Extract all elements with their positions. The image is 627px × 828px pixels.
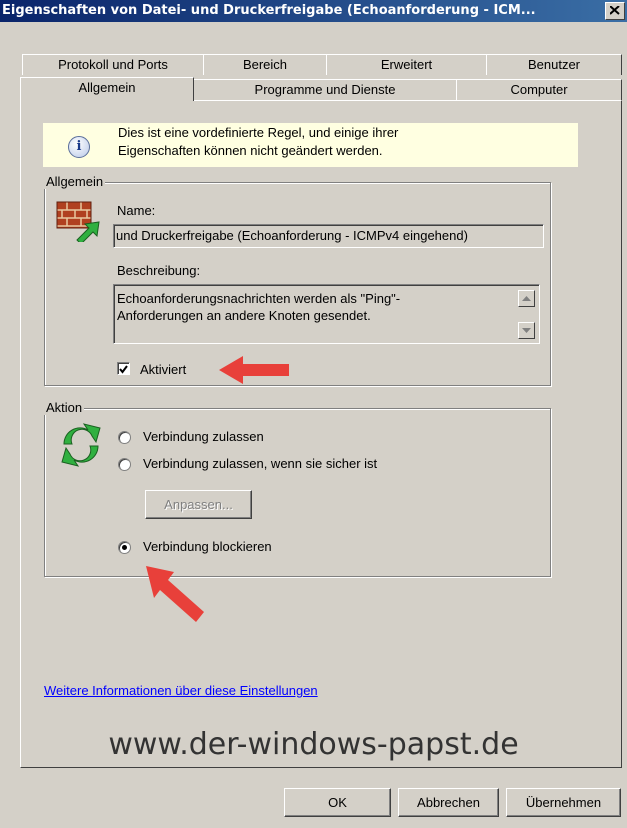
tab-label: Benutzer <box>527 57 581 72</box>
ok-button[interactable]: OK <box>284 788 391 817</box>
name-value: und Druckerfreigabe (Echoanforderung - I… <box>116 228 468 243</box>
name-field[interactable]: und Druckerfreigabe (Echoanforderung - I… <box>113 224 544 248</box>
description-line1: Echoanforderungsnachrichten werden als "… <box>117 291 401 306</box>
apply-label: Übernehmen <box>525 795 602 810</box>
enabled-checkbox[interactable] <box>117 362 130 375</box>
ok-label: OK <box>328 795 347 810</box>
allow-label: Verbindung zulassen <box>143 429 264 444</box>
checkmark-icon <box>119 365 128 374</box>
radio-block[interactable] <box>118 541 131 554</box>
block-label: Verbindung blockieren <box>143 539 272 554</box>
enabled-label: Aktiviert <box>140 362 187 377</box>
tab-label: Computer <box>510 82 568 97</box>
tab-label: Protokoll und Ports <box>58 57 168 72</box>
info-line2: Eigenschaften können nicht geändert werd… <box>118 143 383 158</box>
close-icon <box>610 6 620 15</box>
description-line2: Anforderungen an andere Knoten gesendet. <box>117 308 371 323</box>
tab-benutzer[interactable]: Benutzer <box>486 54 622 75</box>
tab-label: Programme und Dienste <box>254 82 396 97</box>
cancel-label: Abbrechen <box>417 795 480 810</box>
more-info-link[interactable]: Weitere Informationen über diese Einstel… <box>44 683 318 698</box>
radio-allow[interactable] <box>118 431 131 444</box>
tab-label: Erweitert <box>380 57 433 72</box>
scroll-up-button[interactable] <box>518 290 535 307</box>
customize-button[interactable]: Anpassen... <box>145 490 252 519</box>
allow-secure-label: Verbindung zulassen, wenn sie sicher ist <box>143 456 378 471</box>
description-label: Beschreibung: <box>117 263 201 278</box>
close-button[interactable] <box>605 2 625 20</box>
tab-programme-und-dienste[interactable]: Programme und Dienste <box>193 79 457 100</box>
title-bar: Eigenschaften von Datei- und Druckerfrei… <box>0 0 627 22</box>
cancel-button[interactable]: Abbrechen <box>398 788 499 817</box>
info-text: Dies ist eine vordefinierte Regel, und e… <box>118 124 398 160</box>
arrow-down-icon <box>522 328 531 333</box>
info-line1: Dies ist eine vordefinierte Regel, und e… <box>118 125 399 140</box>
watermark-text: www.der-windows-papst.de <box>108 727 519 762</box>
tab-computer[interactable]: Computer <box>456 79 622 100</box>
apply-button[interactable]: Übernehmen <box>506 788 621 817</box>
tab-erweitert[interactable]: Erweitert <box>326 54 487 75</box>
arrow-up-icon <box>522 296 531 301</box>
customize-label: Anpassen... <box>164 497 233 512</box>
radio-dot <box>122 545 127 550</box>
annotation-arrow-icon <box>219 356 289 384</box>
tab-label: Allgemein <box>78 80 136 95</box>
info-icon: i <box>68 136 90 158</box>
action-group-label: Aktion <box>44 400 85 415</box>
window-title: Eigenschaften von Datei- und Druckerfrei… <box>2 3 536 18</box>
scroll-down-button[interactable] <box>518 322 535 339</box>
annotation-arrow-icon <box>146 566 204 622</box>
sync-arrows-icon <box>61 423 101 467</box>
general-group-label: Allgemein <box>44 174 106 189</box>
tab-bereich[interactable]: Bereich <box>203 54 327 75</box>
tab-protokoll-und-ports[interactable]: Protokoll und Ports <box>22 54 204 75</box>
firewall-icon <box>56 201 100 242</box>
name-label: Name: <box>117 203 156 218</box>
radio-allow-secure[interactable] <box>118 458 131 471</box>
description-field[interactable]: Echoanforderungsnachrichten werden als "… <box>113 284 540 344</box>
tab-label: Bereich <box>242 57 288 72</box>
tab-allgemein[interactable]: Allgemein <box>20 77 194 101</box>
